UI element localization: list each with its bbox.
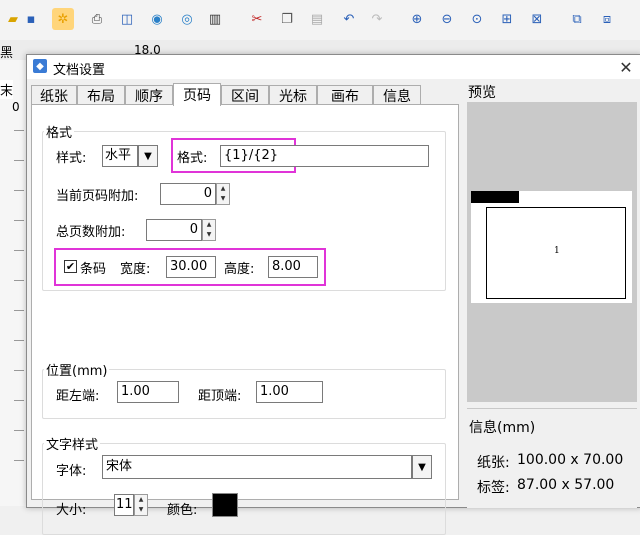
preview-page-number: 1	[554, 246, 560, 256]
height-label: 高度:	[224, 262, 255, 277]
info-panel: 信息(mm) 纸张: 100.00 x 70.00 标签: 87.00 x 57…	[467, 408, 637, 508]
position-group-title: 位置(mm)	[44, 360, 110, 379]
database-icon[interactable]: ◉	[146, 8, 168, 30]
style-select[interactable]: 水平	[102, 145, 138, 167]
print-preview-icon[interactable]: ◫	[116, 8, 138, 30]
height-input[interactable]: 8.00	[268, 256, 318, 278]
tab-range[interactable]: 区间	[221, 85, 269, 105]
copy-icon[interactable]: ❐	[276, 8, 298, 30]
zoom-in-icon[interactable]: ⊕	[406, 8, 428, 30]
format-label: 格式:	[177, 151, 208, 166]
zoom-fit-icon[interactable]: ⊙	[466, 8, 488, 30]
tab-canvas[interactable]: 画布	[317, 85, 373, 105]
chevron-down-icon: ▼	[418, 461, 426, 473]
color-swatch[interactable]	[212, 493, 238, 517]
zoom-out-icon[interactable]: ⊖	[436, 8, 458, 30]
width-input[interactable]: 30.00	[166, 256, 216, 278]
tab-order[interactable]: 顺序	[125, 85, 173, 105]
dialog-title: 文档设置	[53, 63, 106, 78]
text-style-group-title: 文字样式	[44, 434, 101, 453]
database-link-icon[interactable]: ◎	[176, 8, 198, 30]
preview-area: 1	[467, 102, 637, 402]
tab-cursor[interactable]: 光标	[269, 85, 317, 105]
current-page-add-spinner[interactable]: ▲ ▼	[216, 183, 230, 205]
font-size-spinner[interactable]: ▲ ▼	[134, 494, 148, 516]
font-name-fragment: 黑	[0, 46, 14, 61]
barcode-checkbox[interactable]: ✔	[64, 260, 77, 273]
main-toolbar: ▰ ▪ ✲ ⎙ ◫ ◉ ◎ ▥ ✂ ❐ ▤ ↶ ↷ ⊕ ⊖ ⊙ ⊞ ⊠ ⧉ ⧈	[0, 0, 640, 41]
cut-icon[interactable]: ✂	[246, 8, 268, 30]
chevron-down-icon: ▼	[144, 150, 152, 162]
font-size-input[interactable]: 11	[114, 494, 134, 516]
page-number-panel: 格式 样式: 水平 ▼ 格式: {1}/{2} 当前页码附加: 0 ▲ ▼ 总页数…	[31, 104, 459, 535]
current-page-add-input[interactable]: 0	[160, 183, 216, 205]
total-pages-add-label: 总页数附加:	[56, 225, 126, 240]
font-label: 字体:	[56, 464, 87, 479]
vertical-ruler: 末 0	[0, 60, 27, 506]
settings-gear-icon[interactable]: ✲	[52, 8, 74, 30]
font-dropdown-button[interactable]: ▼	[412, 455, 432, 479]
tab-layout[interactable]: 布局	[77, 85, 125, 105]
preview-barcode-block	[471, 191, 519, 203]
width-label: 宽度:	[120, 262, 151, 277]
group-icon[interactable]: ⧉	[566, 8, 588, 30]
zoom-full-icon[interactable]: ⊞	[496, 8, 518, 30]
top-offset-input[interactable]: 1.00	[256, 381, 323, 403]
preview-label: 1	[486, 207, 626, 299]
top-offset-label: 距顶端:	[198, 389, 242, 404]
zoom-page-icon[interactable]: ⊠	[526, 8, 548, 30]
barcode-icon[interactable]: ▥	[204, 8, 226, 30]
tab-page-number[interactable]: 页码	[173, 83, 221, 106]
left-offset-input[interactable]: 1.00	[117, 381, 179, 403]
preview-title: 预览	[468, 85, 496, 101]
tab-info[interactable]: 信息	[373, 85, 421, 105]
redo-icon[interactable]: ↷	[366, 8, 388, 30]
style-label: 样式:	[56, 151, 87, 166]
document-settings-dialog: ◆ 文档设置 ✕ 纸张 布局 顺序 页码 区间 光标 画布 信息 格式 样式: …	[26, 54, 640, 535]
format-input[interactable]: {1}/{2}	[220, 145, 429, 167]
dialog-titlebar[interactable]: ◆ 文档设置 ✕	[27, 55, 640, 79]
close-button[interactable]: ✕	[611, 55, 640, 79]
ruler-zero-label: 0	[12, 100, 20, 114]
paper-size-value: 100.00 x 70.00	[517, 452, 624, 468]
format-group-title: 格式	[44, 122, 75, 141]
ungroup-icon[interactable]: ⧈	[596, 8, 618, 30]
tab-strip: 纸张 布局 顺序 页码 区间 光标 画布 信息	[27, 83, 467, 106]
print-icon[interactable]: ⎙	[86, 8, 108, 30]
paste-icon[interactable]: ▤	[306, 8, 328, 30]
side-text-fragment: 末	[0, 80, 14, 99]
save-icon[interactable]: ▪	[20, 8, 42, 30]
close-icon: ✕	[619, 57, 633, 77]
dialog-app-icon: ◆	[33, 59, 47, 73]
preview-paper: 1	[471, 191, 632, 303]
size-label: 大小:	[56, 503, 87, 518]
paper-size-label: 纸张:	[477, 455, 510, 471]
color-label: 颜色:	[167, 503, 198, 518]
style-dropdown-button[interactable]: ▼	[138, 145, 158, 167]
info-title: 信息(mm)	[469, 420, 536, 436]
undo-icon[interactable]: ↶	[338, 8, 360, 30]
label-size-label: 标签:	[477, 480, 510, 496]
total-pages-add-input[interactable]: 0	[146, 219, 202, 241]
tab-paper[interactable]: 纸张	[31, 85, 77, 105]
label-size-value: 87.00 x 57.00	[517, 477, 615, 493]
barcode-label: 条码	[80, 262, 107, 277]
font-select[interactable]: 宋体	[102, 455, 412, 479]
current-page-add-label: 当前页码附加:	[56, 189, 139, 204]
left-offset-label: 距左端:	[56, 389, 100, 404]
total-pages-add-spinner[interactable]: ▲ ▼	[202, 219, 216, 241]
